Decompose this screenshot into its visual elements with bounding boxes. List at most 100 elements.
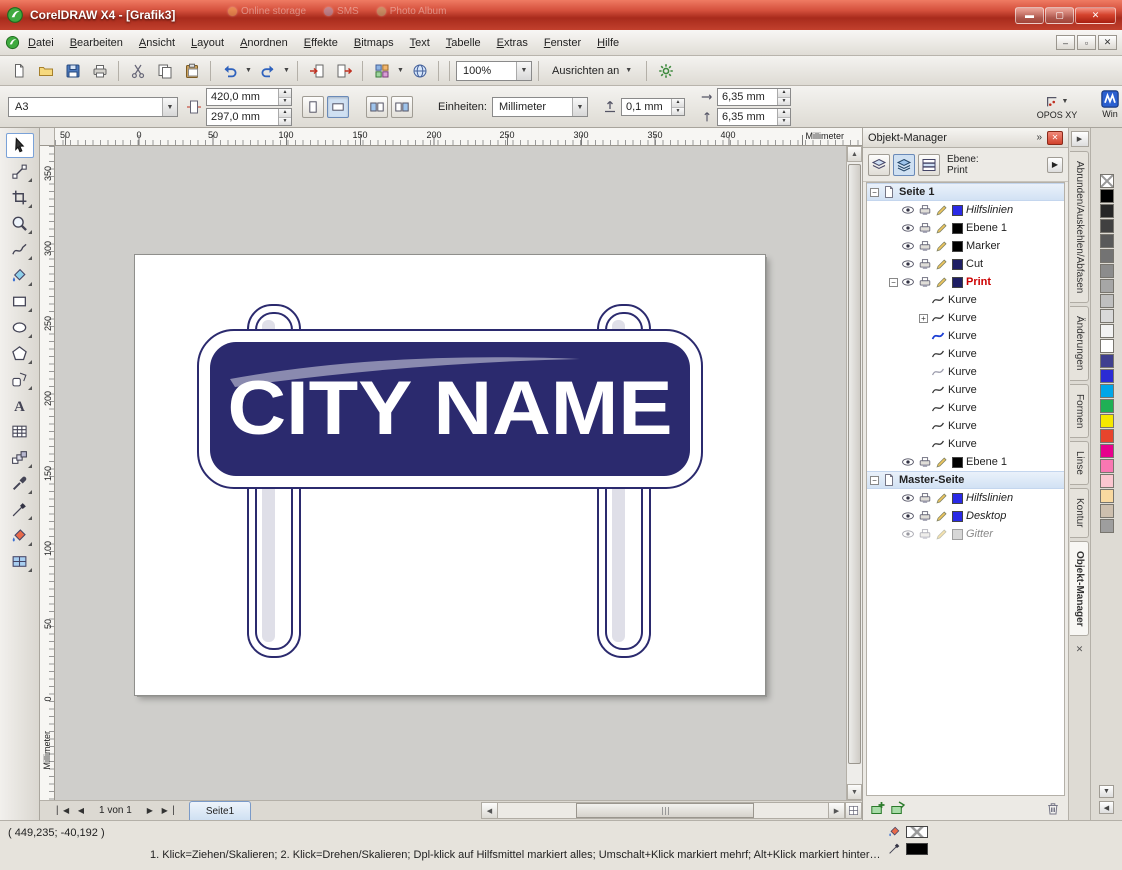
outline-color-swatch[interactable] xyxy=(906,842,928,855)
show-pages-button[interactable] xyxy=(918,153,940,176)
menu-item-ansicht[interactable]: Ansicht xyxy=(131,32,183,54)
color-swatch[interactable] xyxy=(1099,399,1114,413)
color-swatch[interactable] xyxy=(1099,369,1114,383)
new-layer-button[interactable] xyxy=(870,800,886,816)
new-master-layer-button[interactable] xyxy=(890,800,906,816)
vertical-ruler[interactable]: Millimeter 350 300 250 200 150 100 50 0 xyxy=(40,146,55,800)
mdi-minimize-button[interactable]: – xyxy=(1056,35,1075,50)
plugin-button[interactable]: Win xyxy=(1098,89,1122,127)
layer-row[interactable]: Kurve xyxy=(867,435,1064,453)
table-tool[interactable] xyxy=(6,419,34,444)
spinner-arrows[interactable]: ▲ ▼ xyxy=(671,99,684,115)
eyedropper-tool[interactable] xyxy=(6,471,34,496)
paper-size-combo[interactable]: A3 ▼ xyxy=(8,97,178,117)
spinner-arrows[interactable]: ▲ ▼ xyxy=(278,109,291,125)
collapse-docker-icon[interactable]: ▶ xyxy=(1070,131,1089,147)
canvas[interactable]: CITY NAME xyxy=(55,146,846,800)
shape-tool[interactable] xyxy=(6,159,34,184)
spinner-arrows[interactable]: ▲ ▼ xyxy=(777,89,790,105)
color-swatch[interactable] xyxy=(1099,489,1114,503)
spinner-arrows[interactable]: ▲ ▼ xyxy=(278,89,291,105)
delete-layer-button[interactable] xyxy=(1045,800,1061,816)
color-swatch[interactable] xyxy=(1099,204,1114,218)
layer-row[interactable]: Kurve xyxy=(867,345,1064,363)
menu-item-bitmaps[interactable]: Bitmaps xyxy=(346,32,402,54)
layer-row[interactable]: Ebene 1 xyxy=(867,219,1064,237)
scroll-down-icon[interactable]: ▼ xyxy=(847,784,862,800)
mdi-close-button[interactable]: ✕ xyxy=(1098,35,1117,50)
menu-item-datei[interactable]: Datei xyxy=(20,32,62,54)
layer-row[interactable]: Hilfslinien xyxy=(867,201,1064,219)
color-swatch[interactable] xyxy=(1099,279,1114,293)
docker-tab-kontur[interactable]: Kontur xyxy=(1070,488,1089,538)
color-swatch[interactable] xyxy=(1099,384,1114,398)
layer-color-chip[interactable] xyxy=(952,204,963,216)
opos-xy-button[interactable]: ▼ OPOS XY xyxy=(1030,89,1084,125)
expander-minus[interactable]: − xyxy=(889,277,898,287)
chevron-down-icon[interactable]: ▼ xyxy=(516,61,531,80)
page-tab-seite1[interactable]: Seite1 xyxy=(188,801,252,820)
docker-flyout-icon[interactable]: » xyxy=(1031,132,1047,143)
color-swatch[interactable] xyxy=(1099,459,1114,473)
pick-tool[interactable] xyxy=(5,133,34,158)
export-button[interactable] xyxy=(331,59,356,83)
menu-item-tabelle[interactable]: Tabelle xyxy=(438,32,489,54)
cut-button[interactable] xyxy=(125,59,150,83)
chevron-down-icon[interactable]: ▼ xyxy=(396,67,405,74)
color-swatch[interactable] xyxy=(1099,219,1114,233)
layer-row[interactable]: Kurve xyxy=(867,327,1064,345)
minimize-button[interactable]: ▬ xyxy=(1015,6,1044,24)
layer-row[interactable]: Cut xyxy=(867,255,1064,273)
horizontal-ruler[interactable]: Millimeter 50 0 50 100 150 200 250 300 350 400 xyxy=(55,128,862,146)
first-page-button[interactable]: ▏◀ xyxy=(54,802,72,820)
layer-row[interactable]: − Seite 1 xyxy=(867,183,1064,201)
zoom-level-combo[interactable]: 100% ▼ xyxy=(456,60,532,81)
layer-row[interactable]: Kurve xyxy=(867,291,1064,309)
scroll-left-icon[interactable]: ◀ xyxy=(481,802,498,819)
scroll-up-icon[interactable]: ▲ xyxy=(847,146,862,162)
menu-item-fenster[interactable]: Fenster xyxy=(536,32,589,54)
layer-color-chip[interactable] xyxy=(952,276,963,288)
rectangle-tool[interactable] xyxy=(6,289,34,314)
maximize-button[interactable]: ▢ xyxy=(1045,6,1074,24)
interactive-fill-tool[interactable] xyxy=(6,549,34,574)
layer-color-chip[interactable] xyxy=(952,492,963,504)
smart-fill-tool[interactable] xyxy=(6,263,34,288)
menu-item-text[interactable]: Text xyxy=(402,32,438,54)
layer-row[interactable]: − Print xyxy=(867,273,1064,291)
layer-row[interactable]: Ebene 1 xyxy=(867,453,1064,471)
mdi-restore-button[interactable]: ▫ xyxy=(1077,35,1096,50)
color-swatch[interactable] xyxy=(1099,519,1114,533)
all-pages-button[interactable] xyxy=(366,96,388,118)
landscape-button[interactable] xyxy=(327,96,349,118)
layer-row[interactable]: Desktop xyxy=(867,507,1064,525)
docker-tab-nderungen[interactable]: Änderungen xyxy=(1070,306,1089,381)
paper-height-field[interactable]: 297,0 mm ▲ ▼ xyxy=(206,108,292,126)
scroll-right-icon[interactable]: ▶ xyxy=(828,802,845,819)
layer-row[interactable]: − Master-Seite xyxy=(867,471,1064,489)
zoom-tool[interactable] xyxy=(6,211,34,236)
color-swatch[interactable] xyxy=(1099,474,1114,488)
layer-color-chip[interactable] xyxy=(952,510,963,522)
palette-scroll-down-icon[interactable]: ▼ xyxy=(1099,785,1114,798)
vertical-scroll-thumb[interactable] xyxy=(848,164,861,764)
menu-item-extras[interactable]: Extras xyxy=(489,32,536,54)
docker-tab-abrundenauskehlenabfasen[interactable]: Abrunden/Auskehlen/Abfasen xyxy=(1070,151,1089,304)
paste-button[interactable] xyxy=(179,59,204,83)
docker-close-button[interactable]: ✕ xyxy=(1047,130,1063,145)
close-button[interactable]: ✕ xyxy=(1075,6,1116,24)
layer-color-chip[interactable] xyxy=(952,222,963,234)
ellipse-tool[interactable] xyxy=(6,315,34,340)
layer-row[interactable]: Kurve xyxy=(867,417,1064,435)
paper-width-field[interactable]: 420,0 mm ▲ ▼ xyxy=(206,88,292,106)
show-object-properties-button[interactable] xyxy=(868,153,890,176)
ruler-origin-corner[interactable] xyxy=(40,128,55,146)
next-page-button[interactable]: ▶ xyxy=(141,802,159,820)
layer-color-chip[interactable] xyxy=(952,456,963,468)
spinner-arrows[interactable]: ▲ ▼ xyxy=(777,109,790,125)
basic-shapes-tool[interactable] xyxy=(6,367,34,392)
fill-tool[interactable] xyxy=(6,523,34,548)
color-swatch[interactable] xyxy=(1099,429,1114,443)
vertical-scrollbar[interactable]: ▲ ▼ xyxy=(846,146,862,800)
color-swatch[interactable] xyxy=(1099,414,1114,428)
